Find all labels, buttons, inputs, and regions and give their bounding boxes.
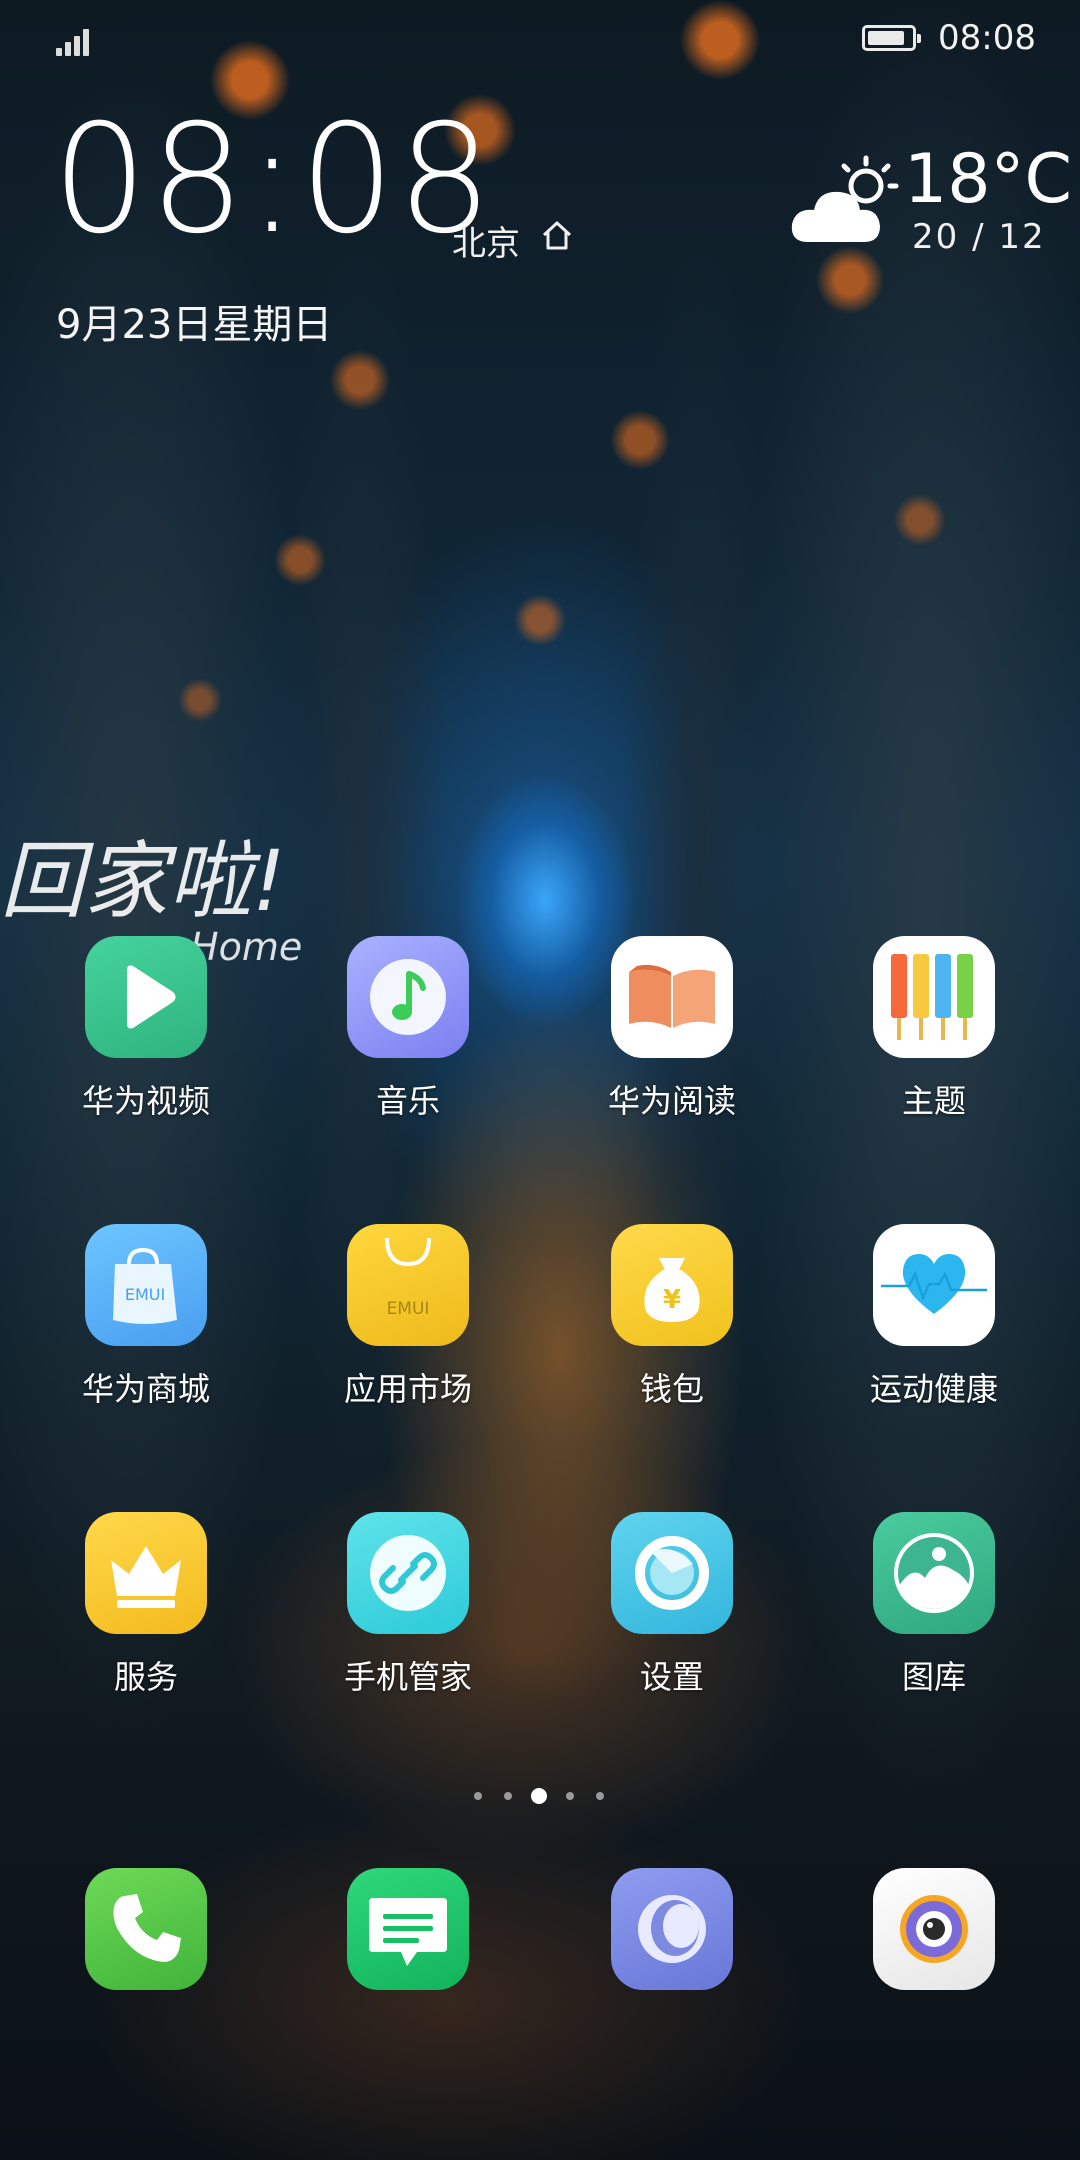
- app-label: 手机管家: [343, 1658, 472, 1696]
- link-shield-icon: [347, 1512, 469, 1634]
- weather-temperature-range[interactable]: 20 / 12: [912, 217, 1046, 257]
- clock-time[interactable]: 08:08: [52, 105, 494, 255]
- gallery-icon: [873, 1512, 995, 1634]
- partly-cloudy-icon: [791, 155, 899, 242]
- app-label: 音乐: [375, 1082, 440, 1120]
- dock-messages[interactable]: [293, 1868, 523, 2068]
- settings-ring-icon: [611, 1512, 733, 1634]
- app-label: 钱包: [639, 1370, 704, 1408]
- dock-phone[interactable]: [31, 1868, 261, 2068]
- page-indicator[interactable]: [474, 1788, 608, 1804]
- app-huawei-reader[interactable]: 华为阅读: [557, 936, 787, 1136]
- page-dot-active[interactable]: [531, 1788, 547, 1804]
- app-themes[interactable]: 主题: [819, 936, 1049, 1136]
- app-label: 运动健康: [869, 1370, 998, 1408]
- battery-level-fill: [868, 31, 904, 45]
- status-bar-time: 08:08: [938, 18, 1036, 58]
- app-settings[interactable]: 设置: [557, 1512, 787, 1712]
- video-play-icon: [85, 936, 207, 1058]
- browser-icon: [611, 1868, 733, 1990]
- app-label: 服务: [113, 1658, 178, 1696]
- app-services[interactable]: 服务: [31, 1512, 261, 1712]
- app-label: 主题: [901, 1082, 966, 1120]
- app-label: 应用市场: [343, 1370, 472, 1408]
- app-wallet[interactable]: ¥ 钱包: [557, 1224, 787, 1424]
- signal-strength-icon: [56, 24, 94, 56]
- app-label: 设置: [639, 1658, 704, 1696]
- shopping-bag-icon: EMUI: [85, 1224, 207, 1346]
- app-music[interactable]: 音乐: [293, 936, 523, 1136]
- dock-camera[interactable]: [819, 1868, 1049, 2068]
- status-bar: 08:08: [0, 0, 1080, 80]
- app-label: 华为视频: [81, 1082, 210, 1120]
- page-dot[interactable]: [596, 1792, 604, 1800]
- clock-date[interactable]: 9月23日星期日: [56, 292, 332, 350]
- app-label: 华为阅读: [607, 1082, 736, 1120]
- page-dot[interactable]: [474, 1792, 482, 1800]
- crown-icon: [85, 1512, 207, 1634]
- home-icon: [542, 221, 572, 250]
- battery-icon: [862, 25, 921, 51]
- phone-icon: [85, 1868, 207, 1990]
- app-gallery[interactable]: 图库: [819, 1512, 1049, 1712]
- app-market-bag-icon: EMUI: [347, 1224, 469, 1346]
- app-huawei-video[interactable]: 华为视频: [31, 936, 261, 1136]
- camera-icon: [873, 1868, 995, 1990]
- music-note-icon: [347, 936, 469, 1058]
- svg-text:EMUI: EMUI: [125, 1285, 165, 1304]
- app-appgallery[interactable]: EMUI 应用市场: [293, 1224, 523, 1424]
- svg-text:EMUI: EMUI: [387, 1299, 430, 1319]
- dock-browser[interactable]: [557, 1868, 787, 2068]
- app-huawei-store[interactable]: EMUI 华为商城: [31, 1224, 261, 1424]
- app-label: 图库: [901, 1658, 966, 1696]
- clock-city[interactable]: 北京: [452, 216, 520, 265]
- heart-rate-icon: [873, 1224, 995, 1346]
- app-label: 华为商城: [81, 1370, 210, 1408]
- weather-temperature[interactable]: 18°C: [904, 140, 1072, 219]
- app-health[interactable]: 运动健康: [819, 1224, 1049, 1424]
- svg-text:回家啦!: 回家啦!: [0, 832, 286, 930]
- page-dot[interactable]: [504, 1792, 512, 1800]
- messages-icon: [347, 1868, 469, 1990]
- svg-text:¥: ¥: [663, 1285, 681, 1315]
- app-phone-manager[interactable]: 手机管家: [293, 1512, 523, 1712]
- paint-brushes-icon: [873, 936, 995, 1058]
- money-bag-icon: ¥: [611, 1224, 733, 1346]
- open-book-icon: [611, 936, 733, 1058]
- page-dot[interactable]: [566, 1792, 574, 1800]
